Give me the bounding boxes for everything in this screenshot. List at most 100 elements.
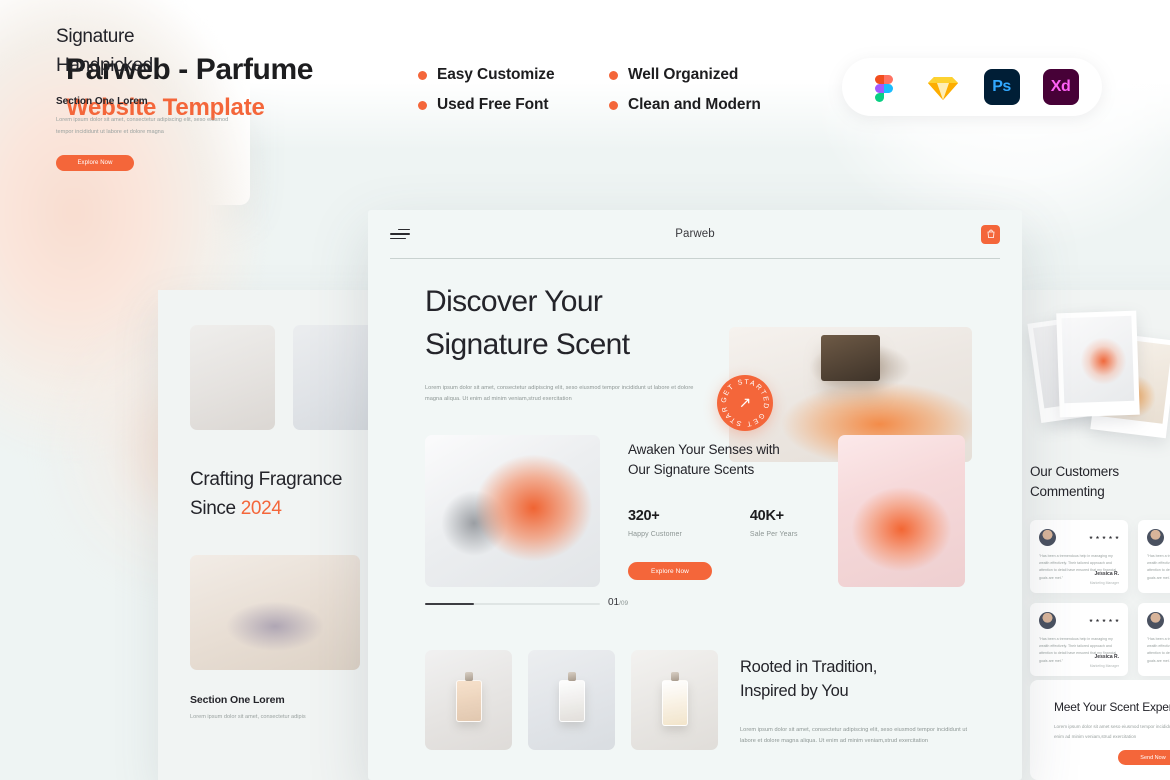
cta-heading: Meet Your Scent Experts [1054,700,1170,714]
adobe-xd-icon: Xd [1042,69,1079,105]
perfume-bottle-graphic [661,680,688,726]
far-left-section-title: Section One Lorem [56,96,148,107]
perfume-bottle-graphic [558,680,585,722]
bullet-dot-icon [609,70,618,80]
feature-label: Clean and Modern [628,96,761,113]
avatar [1147,529,1164,546]
slider-track[interactable] [425,603,600,605]
hamburger-icon[interactable] [390,228,410,240]
feature-item-used-free-font: Used Free Font [418,96,603,114]
feature-item-clean-and-modern: Clean and Modern [609,96,761,114]
right-panel-heading-line1: Our Customers [1030,464,1119,479]
supported-apps-badge-bar: Ps Xd [842,58,1102,116]
explore-now-button[interactable]: Explore Now [628,562,712,581]
statistics-row: 320+ Happy Customer 40K+ Sale Per Years [628,508,828,538]
feature-item-easy-customize: Easy Customize [418,66,603,84]
perfume-bottle-graphic [455,680,482,722]
testimonial-role: Marketing Manager [1089,581,1119,585]
polaroid-photo-stack [1027,302,1170,447]
testimonial-author: Jessica R. [1094,571,1119,577]
product-card[interactable] [631,650,718,750]
get-started-badge[interactable]: GET STARTED GET STARTED ↗ [717,375,773,431]
far-left-heading: Signature Handpicked [56,22,286,81]
right-panel-heading-line2: Commenting [1030,484,1105,500]
testimonial-card[interactable]: "Has been a tremendous help in managing … [1030,520,1128,593]
testimonial-body: "Has been a tremendous help in managing … [1039,637,1117,663]
bullet-dot-icon [609,100,618,110]
far-left-description: Lorem ipsum dolor sit amet, consectetur … [56,117,229,135]
mid-text-block: Awaken Your Senses with Our Signature Sc… [628,440,828,581]
slide-counter: 01/09 [608,597,628,608]
star-rating-icon [1089,618,1119,623]
slide-total: /09 [619,600,629,607]
stat-value: 320+ [628,508,660,525]
bottom-heading-line1: Rooted in Tradition, [740,658,878,676]
testimonial-author: Jessica R. [1094,654,1119,660]
bottom-heading: Rooted in Tradition, Inspired by You [740,655,980,703]
testimonial-card-grid: "Has been a tremendous help in managing … [1030,520,1170,676]
stat-value: 40K+ [749,508,784,525]
testimonial-card[interactable]: "Has been a tremendous help in managing … [1138,520,1170,593]
far-left-heading-line1: Signature [56,26,135,47]
left-panel-heading-line2-pre: Since [190,498,241,520]
hero-title-line2: Signature Scent [425,327,630,361]
mid-perfume-photo-right [838,435,965,587]
photo-content [1061,315,1135,404]
product-card[interactable] [528,650,615,750]
left-panel-heading-year: 2024 [240,498,282,520]
slider-progress-bar[interactable] [425,603,600,605]
testimonial-body: "Has been a tremendous help in managing … [1147,637,1170,663]
shopping-bag-icon[interactable] [981,224,1000,244]
stat-label: Sale Per Years [749,531,798,539]
bullet-dot-icon [418,100,427,110]
mockup-brand-name: Parweb [675,228,715,240]
hero-section: Discover Your Signature Scent Lorem ipsu… [368,270,1022,462]
far-left-heading-line2: Handpicked [56,55,153,77]
figma-icon [866,69,902,105]
mockup-navbar: Parweb [368,210,1022,258]
testimonial-header [1039,529,1119,546]
feature-list: Easy Customize Well Organized Used Free … [418,60,761,120]
bottom-text-block: Rooted in Tradition, Inspired by You Lor… [740,655,980,747]
bottom-description: Lorem ipsum dolor sit amet, consectetur … [740,727,968,745]
mid-heading-line1: Awaken Your Senses with [628,442,780,457]
testimonial-body: "Has been a tremendous help in managing … [1147,554,1170,580]
feature-label: Easy Customize [437,66,555,83]
navbar-divider [390,258,1000,259]
left-panel-section-title: Section One Lorem [190,694,285,706]
left-panel-heading-line1: Crafting Fragrance [190,469,343,490]
testimonial-body: "Has been a tremendous help in managing … [1039,554,1117,580]
product-card[interactable] [425,650,512,750]
testimonial-header [1039,612,1119,629]
avatar [1147,612,1164,629]
right-panel-heading: Our Customers Commenting [1030,462,1170,503]
testimonial-header [1147,529,1170,546]
perfume-photo [190,325,275,430]
feature-label: Well Organized [628,66,739,83]
explore-now-button[interactable]: Explore Now [56,155,134,171]
mid-perfume-photo-left [425,435,600,587]
star-rating-icon [1089,535,1119,540]
arrow-up-right-icon: ↗ [738,394,752,412]
stat-happy-customer: 320+ Happy Customer [628,508,682,538]
mid-heading-line2: Our Signature Scents [628,461,755,477]
center-website-mockup[interactable]: Parweb Discover Your Signature Scent Lor… [368,210,1022,780]
right-panel-cta-card: Meet Your Scent Experts Lorem ipsum dolo… [1030,680,1170,780]
hero-title: Discover Your Signature Scent [425,281,735,366]
avatar [1039,529,1056,546]
stat-label: Happy Customer [628,531,682,539]
testimonial-card[interactable]: "Has been a tremendous help in managing … [1030,603,1128,676]
polaroid-photo [1056,310,1140,418]
photoshop-icon: Ps [983,69,1020,105]
testimonial-card[interactable]: "Has been a tremendous help in managing … [1138,603,1170,676]
send-now-button[interactable]: Send Now [1118,750,1170,765]
right-preview-panel[interactable]: Our Customers Commenting "Has been a tre… [1012,290,1170,780]
hero-description: Lorem ipsum dolor sit amet, consectetur … [425,385,694,402]
bottom-heading-line2: Inspired by You [740,682,849,701]
bottom-section: Rooted in Tradition, Inspired by You Lor… [368,650,1022,780]
slide-current: 01 [608,597,620,608]
feature-label: Used Free Font [437,96,549,113]
testimonial-header [1147,612,1170,629]
bullet-dot-icon [418,70,427,80]
feature-item-well-organized: Well Organized [609,66,761,84]
